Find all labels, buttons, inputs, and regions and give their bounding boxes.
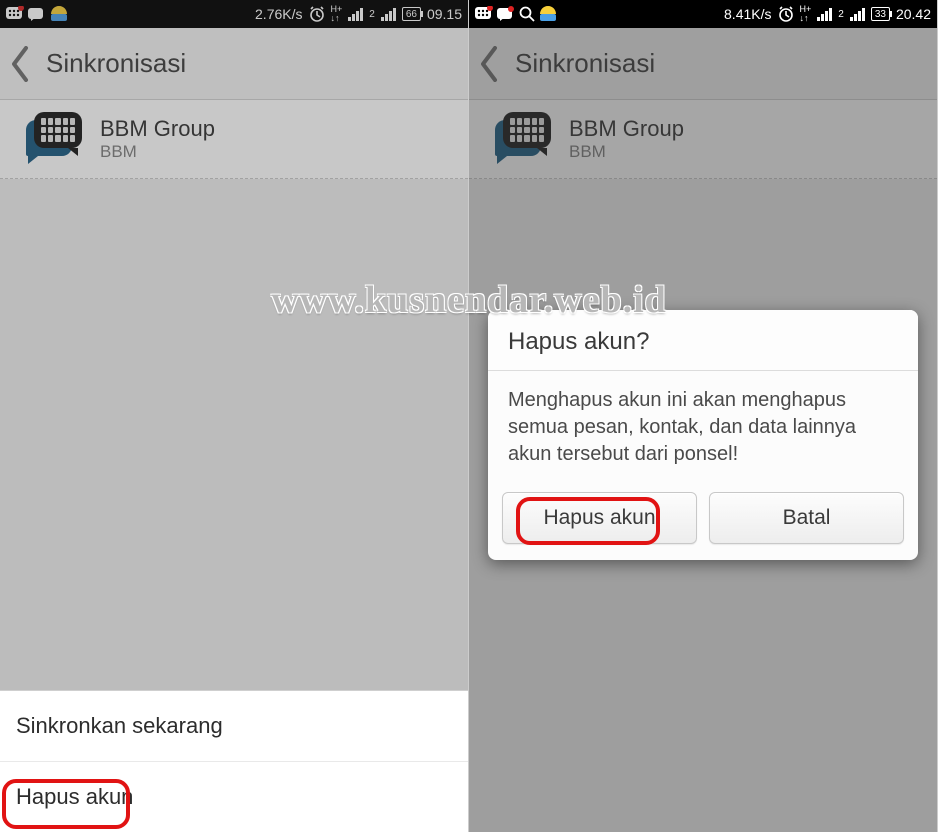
account-title: BBM Group <box>100 116 215 142</box>
signal-icon-2 <box>381 7 396 21</box>
status-right: 2.76K/s H+↓↑ 2 66 09.15 <box>255 5 462 23</box>
status-left <box>6 5 249 23</box>
signal-icon-1 <box>817 7 832 21</box>
signal-icon-1 <box>348 7 363 21</box>
menu-delete-account[interactable]: Hapus akun <box>0 761 468 832</box>
battery-level: 66 <box>406 9 417 20</box>
confirm-dialog: Hapus akun? Menghapus akun ini akan meng… <box>488 310 918 560</box>
account-row[interactable]: BBM Group BBM <box>0 100 468 179</box>
context-menu: Sinkronkan sekarang Hapus akun <box>0 690 468 832</box>
confirm-delete-button[interactable]: Hapus akun <box>502 492 697 544</box>
back-icon[interactable] <box>10 46 32 82</box>
cleaner-icon <box>539 5 557 23</box>
account-subtitle: BBM <box>100 142 215 162</box>
bbm-app-icon <box>22 110 86 168</box>
sim-slot-label: 2 <box>369 9 375 20</box>
dialog-body: Menghapus akun ini akan menghapus semua … <box>488 371 918 482</box>
alarm-icon <box>309 6 325 22</box>
network-speed: 2.76K/s <box>255 6 302 22</box>
cancel-button[interactable]: Batal <box>709 492 904 544</box>
battery-indicator: 66 <box>402 7 421 21</box>
page-title: Sinkronisasi <box>46 48 186 79</box>
search-icon <box>519 6 535 22</box>
page-title: Sinkronisasi <box>515 48 655 79</box>
cancel-label: Batal <box>783 506 831 530</box>
account-subtitle: BBM <box>569 142 684 162</box>
account-row[interactable]: BBM Group BBM <box>469 100 937 179</box>
bbm-app-icon <box>491 110 555 168</box>
cleaner-icon <box>50 5 68 23</box>
bbm-notif-icon <box>6 6 24 22</box>
confirm-delete-label: Hapus akun <box>543 506 655 530</box>
signal-icon-2 <box>850 7 865 21</box>
dialog-title: Hapus akun? <box>488 310 918 371</box>
network-speed: 8.41K/s <box>724 6 771 22</box>
battery-level: 33 <box>875 9 886 20</box>
header[interactable]: Sinkronisasi <box>469 28 937 100</box>
phone-right: 8.41K/s H+↓↑ 2 33 20.42 Sinkronisasi <box>469 0 938 832</box>
menu-sync-now[interactable]: Sinkronkan sekarang <box>0 691 468 761</box>
data-h-icon: H+↓↑ <box>800 5 812 23</box>
status-left <box>475 5 718 23</box>
chat-notif-icon <box>497 6 515 22</box>
battery-indicator: 33 <box>871 7 890 21</box>
phone-left: 2.76K/s H+↓↑ 2 66 09.15 Sinkronisasi <box>0 0 469 832</box>
status-bar: 2.76K/s H+↓↑ 2 66 09.15 <box>0 0 468 28</box>
status-right: 8.41K/s H+↓↑ 2 33 20.42 <box>724 5 931 23</box>
sim-slot-label: 2 <box>838 9 844 20</box>
header[interactable]: Sinkronisasi <box>0 28 468 100</box>
account-title: BBM Group <box>569 116 684 142</box>
back-icon[interactable] <box>479 46 501 82</box>
bbm-notif-icon <box>475 6 493 22</box>
clock: 20.42 <box>896 6 931 22</box>
clock: 09.15 <box>427 6 462 22</box>
alarm-icon <box>778 6 794 22</box>
chat-notif-icon <box>28 6 46 22</box>
data-h-icon: H+↓↑ <box>331 5 343 23</box>
dialog-buttons: Hapus akun Batal <box>488 482 918 560</box>
status-bar: 8.41K/s H+↓↑ 2 33 20.42 <box>469 0 937 28</box>
